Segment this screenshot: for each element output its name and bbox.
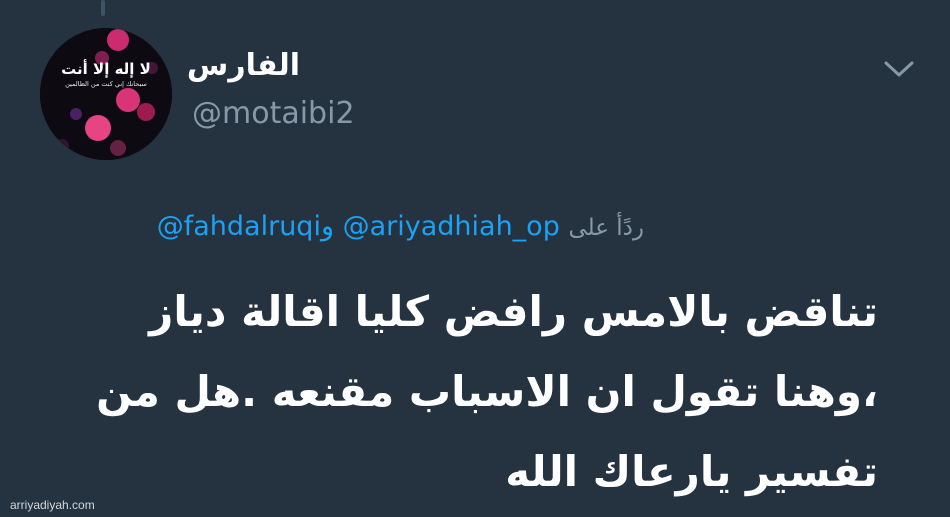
avatar[interactable]: لا إله إلا أنت سبحانك إني كنت من الظالمي… (40, 28, 172, 160)
mention-ariyadhiah[interactable]: @ariyadhiah_op (343, 211, 560, 242)
user-handle[interactable]: @motaibi2 (192, 96, 355, 131)
display-name[interactable]: الفارس (187, 48, 300, 83)
avatar-image: لا إله إلا أنت سبحانك إني كنت من الظالمي… (40, 28, 172, 160)
tweet-text: تناقض بالامس رافض كليا اقالة دياز ،وهنا … (96, 287, 878, 496)
replying-to-label: ردًأ على (568, 215, 644, 241)
thread-connector-line (101, 0, 105, 16)
replying-to-line: ردًأ على @ariyadhiah_op و@fahdalruqi (157, 211, 644, 242)
avatar-caption-sub: سبحانك إني كنت من الظالمين (65, 80, 147, 88)
avatar-caption-main: لا إله إلا أنت (61, 59, 151, 78)
mention-fahdalruqi[interactable]: @fahdalruqi (157, 211, 321, 242)
chevron-down-icon[interactable] (880, 56, 918, 82)
watermark: arriyadiyah.com (10, 498, 95, 512)
mention-conjunction: و (320, 211, 334, 242)
